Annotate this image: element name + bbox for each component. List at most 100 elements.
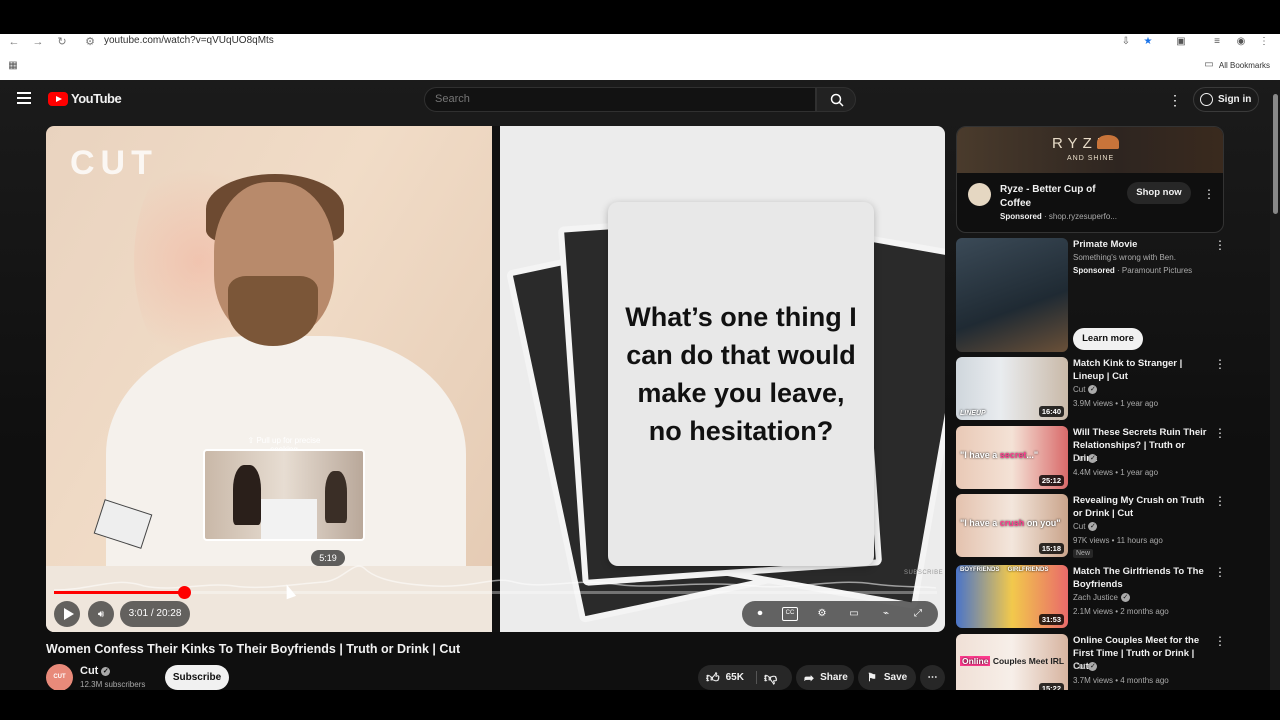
rec-caption-post: Couples Meet IRL	[990, 656, 1065, 666]
rec-channel[interactable]: Cut ✓	[1073, 385, 1098, 395]
search-box[interactable]	[424, 87, 816, 112]
menu-icon[interactable]	[17, 92, 31, 104]
subscribe-button[interactable]: Subscribe	[165, 665, 229, 690]
channel-name[interactable]: Cut	[80, 665, 98, 677]
extensions-icon[interactable]: ▣	[1175, 36, 1187, 48]
sponsored-label: Sponsored	[1073, 266, 1115, 275]
rec-channel[interactable]: Cut ✓	[1073, 662, 1098, 672]
sponsored-label: Sponsored	[1000, 212, 1042, 221]
forward-icon[interactable]: →	[32, 36, 44, 48]
install-icon[interactable]: ⇩	[1120, 36, 1132, 48]
share-button[interactable]: ➦ Share	[796, 665, 854, 690]
sign-in-button[interactable]: Sign in	[1193, 87, 1259, 112]
video-player[interactable]: CUT What’s one thing I can do that would…	[46, 126, 945, 632]
ad-meta: Sponsored · shop.ryzesuperfo...	[1000, 212, 1117, 221]
rec-thumbnail[interactable]: BOYFRIENDS GIRLFRIENDS 31:53	[956, 565, 1068, 628]
rec-channel-name[interactable]: Cut	[1073, 522, 1085, 531]
ad-domain: · shop.ryzesuperfo...	[1044, 212, 1117, 221]
rec-title[interactable]: Match Kink to Stranger | Lineup | Cut	[1073, 357, 1209, 383]
mute-button[interactable]: 🔊︎	[88, 601, 114, 627]
rec-item[interactable]: LINEUP 16:40 Match Kink to Stranger | Li…	[956, 357, 1226, 421]
rec-item[interactable]: Online Couples Meet IRL 15:22 Online Cou…	[956, 634, 1226, 698]
progress-bar[interactable]	[54, 586, 937, 599]
rec-item[interactable]: "I have a crush on you" 15:18 Revealing …	[956, 494, 1226, 558]
learn-more-button[interactable]: Learn more	[1073, 328, 1143, 350]
browser-menu-icon[interactable]: ⋮	[1258, 36, 1270, 48]
verified-icon: ✓	[1088, 522, 1098, 532]
rec-channel[interactable]: Cut ✓	[1073, 522, 1098, 532]
rec-channel[interactable]: Cut ✓	[1073, 454, 1098, 464]
progress-played	[54, 591, 184, 594]
bookmark-star-icon[interactable]: ★	[1142, 36, 1154, 48]
youtube-logo[interactable]: YouTube	[48, 91, 122, 106]
like-icon[interactable]: 👍︎	[706, 670, 720, 686]
rec-item[interactable]: BOYFRIENDS GIRLFRIENDS 31:53 Match The G…	[956, 565, 1226, 629]
play-button[interactable]	[54, 601, 80, 627]
rec-channel[interactable]: Zach Justice ✓	[1073, 593, 1130, 603]
rec-channel-name[interactable]: Cut	[1073, 662, 1085, 671]
reload-icon[interactable]: ↻	[56, 36, 68, 48]
autoplay-toggle-icon[interactable]: ⏺	[752, 607, 768, 621]
settings-gear-icon[interactable]: ⚙	[814, 607, 830, 621]
ad-title[interactable]: Ryze - Better Cup of Coffee	[1000, 183, 1110, 211]
rec-thumbnail[interactable]: "I have a secret..." 25:12	[956, 426, 1068, 489]
back-icon[interactable]: ←	[8, 36, 20, 48]
rec-caption-post: ..."	[1026, 450, 1039, 460]
settings-kebab-icon[interactable]: ⋮	[1168, 92, 1182, 108]
rec-kebab-icon[interactable]: ⋮	[1214, 634, 1226, 648]
rec-thumbnail[interactable]: Online Couples Meet IRL 15:22	[956, 634, 1068, 697]
save-button[interactable]: ⚑ Save	[858, 665, 916, 690]
verified-icon: ✓	[1088, 454, 1098, 464]
rec-kebab-icon[interactable]: ⋮	[1214, 565, 1226, 579]
all-bookmarks[interactable]: All Bookmarks	[1219, 61, 1270, 70]
rec-channel-name[interactable]: Cut	[1073, 385, 1085, 394]
shop-now-button[interactable]: Shop now	[1127, 182, 1191, 204]
rec-title[interactable]: Match The Girlfriends To The Boyfriends	[1073, 565, 1209, 591]
rec-kebab-icon[interactable]: ⋮	[1214, 426, 1226, 440]
site-settings-icon[interactable]: ⚙	[84, 36, 96, 48]
address-bar[interactable]: youtube.com/watch?v=qVUqUO8qMts	[104, 35, 274, 46]
like-dislike-group: 👍︎ 65K 👎︎	[698, 665, 792, 690]
movie-ad-advertiser: · Paramount Pictures	[1117, 266, 1193, 275]
movie-ad-title[interactable]: Primate Movie	[1073, 238, 1209, 251]
ad-logo	[968, 183, 991, 206]
save-label: Save	[883, 672, 908, 683]
movie-ad-thumbnail[interactable]	[956, 238, 1068, 352]
sign-in-label: Sign in	[1218, 94, 1252, 105]
page-scrollbar[interactable]	[1270, 80, 1280, 690]
rec-title[interactable]: Revealing My Crush on Truth or Drink | C…	[1073, 494, 1209, 520]
rec-thumbnail[interactable]: LINEUP 16:40	[956, 357, 1068, 420]
ad-card[interactable]: RYZE AND SHINE Ryze - Better Cup of Coff…	[956, 126, 1224, 233]
theater-mode-icon[interactable]: ▭	[846, 607, 862, 621]
ad-banner[interactable]: RYZE AND SHINE	[957, 127, 1223, 173]
like-count[interactable]: 65K	[726, 672, 744, 683]
rec-kebab-icon[interactable]: ⋮	[1214, 494, 1226, 508]
rec-thumbnail[interactable]: "I have a crush on you" 15:18	[956, 494, 1068, 557]
search-button[interactable]	[816, 87, 856, 112]
rec-channel-name[interactable]: Zach Justice	[1073, 593, 1118, 602]
search-input[interactable]	[435, 93, 795, 105]
ad-kebab-icon[interactable]: ⋮	[1203, 187, 1215, 201]
rec-channel-name[interactable]: Cut	[1073, 454, 1085, 463]
dislike-icon[interactable]: 👎︎	[764, 670, 777, 686]
channel-avatar[interactable]: CUT	[46, 664, 73, 691]
media-icon[interactable]: ≡	[1211, 36, 1223, 48]
time-display: 3:01 / 20:28	[120, 601, 190, 627]
bookmark-icon: ⚑	[867, 672, 877, 684]
youtube-page: YouTube ⋮ Sign in CUT	[0, 80, 1280, 697]
rec-kebab-icon[interactable]: ⋮	[1214, 357, 1226, 371]
new-badge: New	[1073, 549, 1094, 558]
fullscreen-icon[interactable]: ⤢	[910, 607, 926, 621]
apps-grid-icon[interactable]: ▦	[7, 60, 19, 72]
profile-icon[interactable]: ◉	[1235, 36, 1247, 48]
rec-thumb-caption: BOYFRIENDS GIRLFRIENDS	[960, 567, 1048, 573]
rec-item[interactable]: "I have a secret..." 25:12 Will These Se…	[956, 426, 1226, 490]
verified-icon: ✓	[101, 666, 111, 676]
cast-icon[interactable]: ⌁	[878, 607, 894, 621]
movie-ad-kebab-icon[interactable]: ⋮	[1214, 238, 1226, 252]
captions-icon[interactable]: CC	[782, 607, 798, 621]
scrollbar-thumb[interactable]	[1273, 94, 1278, 214]
rec-thumb-caption: LINEUP	[960, 410, 986, 417]
movie-ad[interactable]: Primate Movie Something's wrong with Ben…	[956, 238, 1226, 352]
more-actions-button[interactable]: ⋯	[920, 665, 945, 690]
